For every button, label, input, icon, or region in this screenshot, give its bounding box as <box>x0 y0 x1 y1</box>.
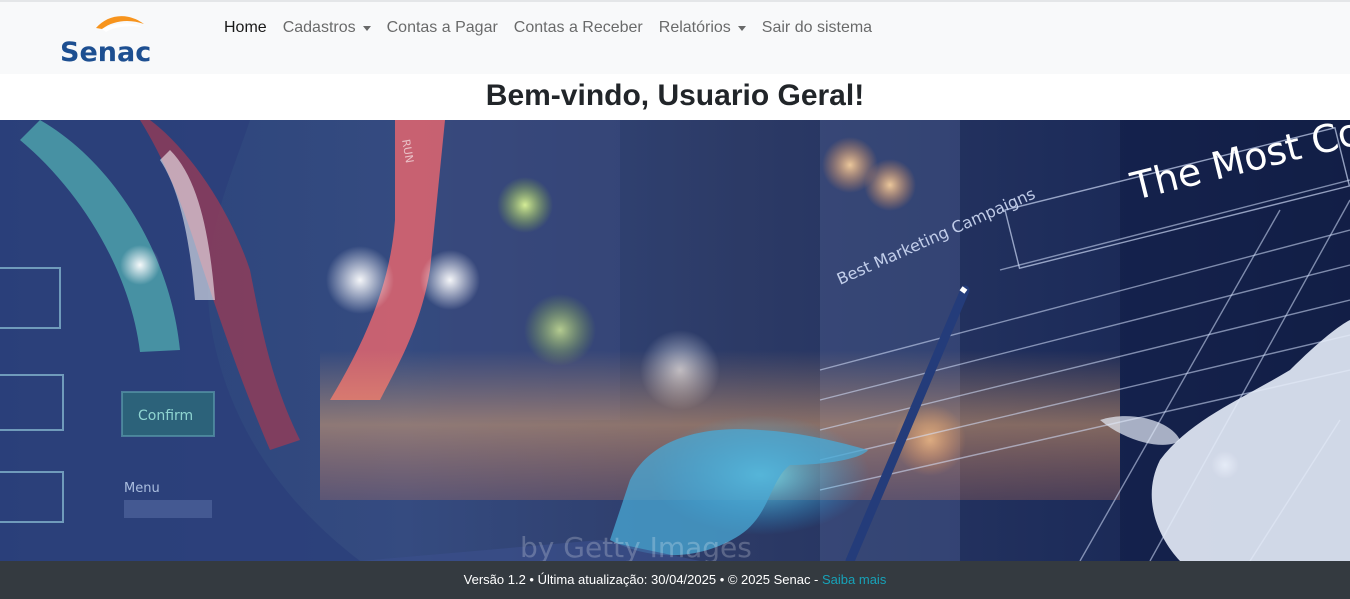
chevron-down-icon <box>737 25 746 31</box>
nav-relatorios-label: Relatórios <box>658 19 731 36</box>
nav-contas-receber[interactable]: Contas a Receber <box>506 16 651 40</box>
nav-sair-label: Sair do sistema <box>761 19 873 36</box>
footer-text: Versão 1.2 • Última atualização: 30/04/2… <box>463 572 823 587</box>
chevron-down-icon <box>362 25 371 31</box>
nav-home-label: Home <box>224 19 267 36</box>
nav-relatorios-dropdown[interactable]: Relatórios <box>651 16 754 40</box>
footer: Versão 1.2 • Última atualização: 30/04/2… <box>0 561 1350 599</box>
hero-image: Confirm Menu The Most Co Best Marketing … <box>0 120 1350 561</box>
hero-banner: Confirm Menu The Most Co Best Marketing … <box>0 120 1350 561</box>
nav-cadastros-label: Cadastros <box>282 19 356 36</box>
hero-confirm-text: Confirm <box>138 408 193 424</box>
hero-watermark: by Getty Images <box>520 531 752 561</box>
saiba-mais-link[interactable]: Saiba mais <box>822 572 886 587</box>
senac-logo-icon: Senac <box>60 16 151 68</box>
main-nav: Home Cadastros Contas a Pagar Contas a R… <box>216 16 880 40</box>
nav-contas-receber-label: Contas a Receber <box>513 19 643 36</box>
hero-menu-text: Menu <box>124 481 160 496</box>
nav-cadastros-dropdown[interactable]: Cadastros <box>275 16 379 40</box>
nav-home[interactable]: Home <box>216 16 275 40</box>
logo-text: Senac <box>60 37 151 66</box>
nav-contas-pagar-label: Contas a Pagar <box>386 19 498 36</box>
nav-contas-pagar[interactable]: Contas a Pagar <box>379 16 506 40</box>
nav-sair[interactable]: Sair do sistema <box>754 16 880 40</box>
welcome-heading: Bem-vindo, Usuario Geral! <box>485 79 865 112</box>
navbar: Senac Home Cadastros Contas a Pagar Cont… <box>0 0 1350 74</box>
senac-logo[interactable]: Senac <box>58 10 154 68</box>
